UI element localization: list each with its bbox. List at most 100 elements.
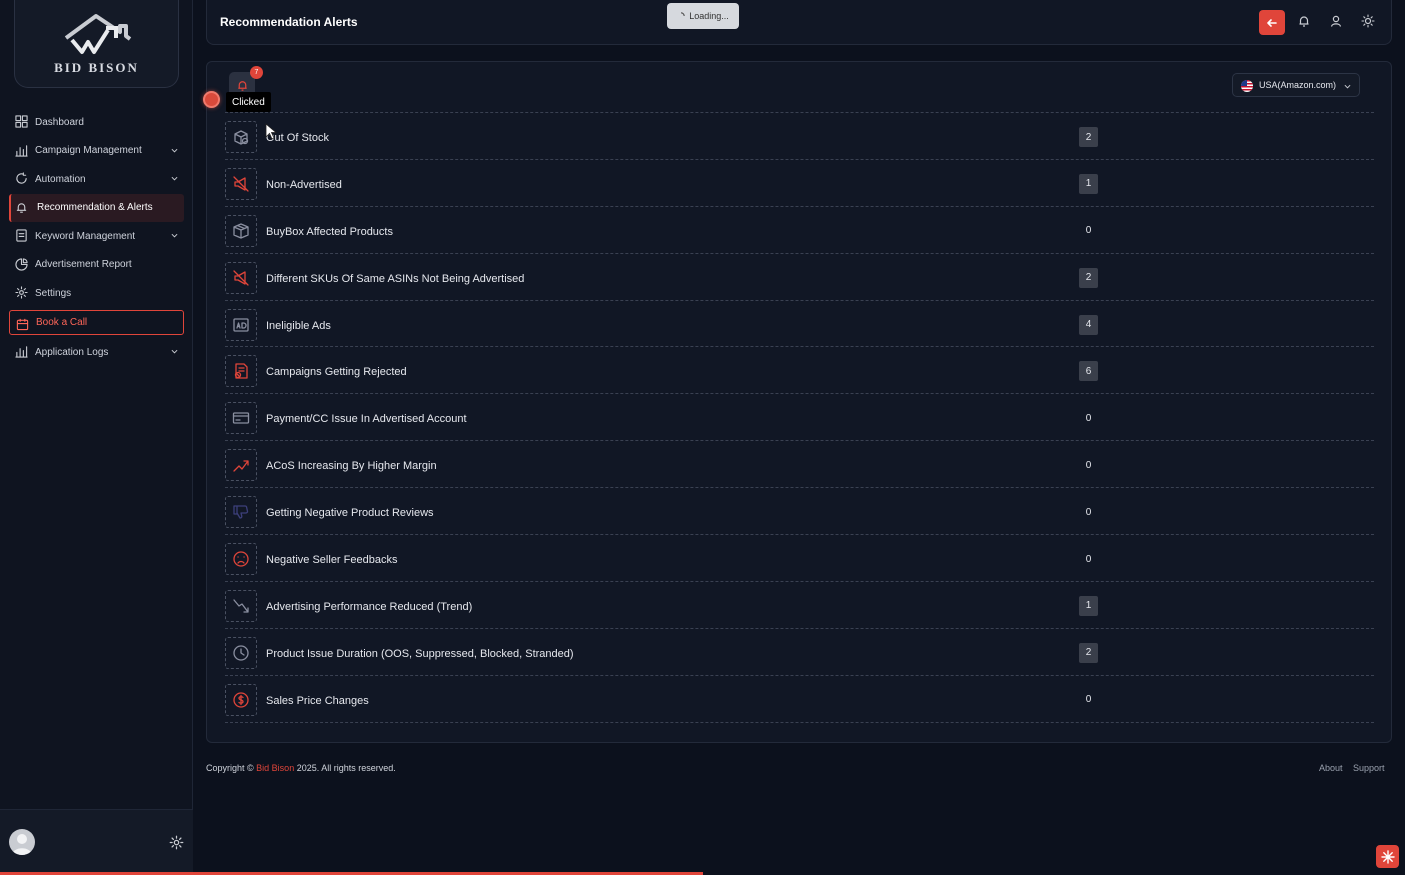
clicked-tooltip: Clicked xyxy=(226,92,271,112)
mouse-cursor-icon xyxy=(265,123,277,140)
alert-row[interactable]: Payment/CC Issue In Advertised Account 0 xyxy=(225,394,1374,442)
sidebar-item-campaign-management[interactable]: Campaign Management xyxy=(9,137,184,165)
refresh-icon xyxy=(16,172,27,184)
rejected-doc-icon xyxy=(234,363,248,380)
support-link[interactable]: Support xyxy=(1353,763,1385,773)
sidebar-item-label: Advertisement Report xyxy=(35,259,132,270)
alert-count: 6 xyxy=(1079,361,1098,382)
spinner-icon xyxy=(681,12,686,17)
ad-icon xyxy=(233,317,249,332)
about-link[interactable]: About xyxy=(1319,763,1343,773)
alert-row[interactable]: Campaigns Getting Rejected 6 xyxy=(225,347,1374,395)
alert-label: Product Issue Duration (OOS, Suppressed,… xyxy=(266,647,574,660)
sidebar-item-book-a-call[interactable]: Book a Call xyxy=(9,310,184,335)
user-silhouette-icon xyxy=(12,834,32,855)
bell-icon xyxy=(16,202,27,213)
trend-down-icon xyxy=(233,599,249,613)
sidebar-item-settings[interactable]: Settings xyxy=(9,279,184,307)
alert-label: Payment/CC Issue In Advertised Account xyxy=(266,413,467,426)
bell-icon[interactable] xyxy=(1297,14,1311,28)
alert-row[interactable]: Ineligible Ads 4 xyxy=(225,301,1374,348)
copyright-prefix: Copyright © xyxy=(206,763,254,773)
user-icon[interactable] xyxy=(1329,14,1343,28)
alert-row[interactable]: Non-Advertised 1 xyxy=(225,160,1374,207)
trend-up-icon xyxy=(233,460,249,472)
sidebar-item-automation[interactable]: Automation xyxy=(9,165,184,193)
alert-count: 2 xyxy=(1079,127,1098,147)
sidebar-item-advertisement-report[interactable]: Advertisement Report xyxy=(9,251,184,279)
sun-icon[interactable] xyxy=(1361,14,1375,28)
alert-icon-box xyxy=(225,167,257,200)
sidebar-item-label: Campaign Management xyxy=(35,145,142,156)
sidebar-nav: Dashboard Campaign Management Automation Re… xyxy=(0,108,193,367)
country-select-value: USA(Amazon.com) xyxy=(1259,80,1337,90)
back-button[interactable] xyxy=(1259,10,1285,35)
alert-label: Advertising Performance Reduced (Trend) xyxy=(266,600,473,613)
alert-row[interactable]: BuyBox Affected Products 0 xyxy=(225,207,1374,254)
alert-row[interactable]: Getting Negative Product Reviews 0 xyxy=(225,488,1374,536)
grid-icon xyxy=(15,115,28,128)
alert-row[interactable]: Different SKUs Of Same ASINs Not Being A… xyxy=(225,254,1374,301)
chevron-down-icon xyxy=(1344,84,1351,89)
alert-row[interactable]: Sales Price Changes 0 xyxy=(225,676,1374,723)
assistant-widget-button[interactable] xyxy=(1376,845,1399,868)
sidebar: BID BISON Dashboard Campaign Management Au… xyxy=(0,0,193,875)
logo-text: BID BISON xyxy=(54,59,139,75)
sidebar-item-keyword-management[interactable]: Keyword Management xyxy=(9,222,184,250)
copyright-brand-link[interactable]: Bid Bison xyxy=(256,763,294,773)
megaphone-off-icon xyxy=(233,176,249,192)
sad-face-icon xyxy=(233,551,249,567)
sparkle-icon xyxy=(1380,849,1395,864)
notification-badge: 7 xyxy=(250,66,263,79)
alert-count: 0 xyxy=(1085,553,1092,565)
alert-row[interactable]: Out Of Stock 2 xyxy=(225,113,1374,160)
loading-indicator: Loading... xyxy=(667,3,739,29)
alert-label: Getting Negative Product Reviews xyxy=(266,507,434,520)
bell-icon xyxy=(237,80,247,91)
copyright: Copyright © Bid Bison 2025. All rights r… xyxy=(206,763,396,773)
alert-icon-box xyxy=(225,683,257,716)
top-header: Recommendation Alerts Loading... xyxy=(206,0,1392,45)
alert-count: 2 xyxy=(1079,642,1098,663)
sidebar-item-label: Automation xyxy=(35,173,86,185)
alert-count: 0 xyxy=(1085,225,1092,237)
loading-text: Loading... xyxy=(689,11,729,21)
click-indicator xyxy=(203,91,220,108)
chevron-down-icon xyxy=(171,176,178,181)
alert-label: Ineligible Ads xyxy=(266,319,331,332)
alert-count: 0 xyxy=(1085,412,1092,424)
brand-logo[interactable]: BID BISON xyxy=(14,0,179,88)
back-arrow-icon xyxy=(1267,18,1277,27)
alert-row[interactable]: Product Issue Duration (OOS, Suppressed,… xyxy=(225,629,1374,676)
sidebar-item-recommendation-alerts[interactable]: Recommendation & Alerts xyxy=(9,193,184,222)
gear-icon[interactable] xyxy=(169,835,184,850)
us-flag-icon xyxy=(1241,80,1253,92)
alert-count: 2 xyxy=(1079,267,1098,288)
alert-icon-box xyxy=(225,636,257,669)
alert-label: ACoS Increasing By Higher Margin xyxy=(266,460,437,473)
megaphone-off-icon xyxy=(233,270,249,286)
alert-count: 1 xyxy=(1079,173,1098,194)
alert-row[interactable]: ACoS Increasing By Higher Margin 0 xyxy=(225,441,1374,489)
alert-icon-box xyxy=(225,449,257,482)
sidebar-item-dashboard[interactable]: Dashboard xyxy=(9,108,184,136)
alert-icon-box xyxy=(225,496,257,529)
alert-row[interactable]: Negative Seller Feedbacks 0 xyxy=(225,535,1374,582)
alert-label: Sales Price Changes xyxy=(266,694,369,707)
sidebar-item-application-logs[interactable]: Application Logs xyxy=(9,338,184,366)
sidebar-item-label: Keyword Management xyxy=(35,230,136,242)
alert-icon-box xyxy=(225,402,257,435)
sidebar-item-label: Dashboard xyxy=(35,116,84,128)
bar-chart-icon xyxy=(15,346,28,358)
alerts-panel: 7 USA(Amazon.com) Out Of Stock 2 Non-Adver… xyxy=(206,61,1392,743)
bar-chart-icon xyxy=(15,144,28,157)
copyright-suffix: 2025. All rights reserved. xyxy=(296,763,396,773)
avatar[interactable] xyxy=(9,829,35,855)
package-icon xyxy=(233,223,249,239)
alert-row[interactable]: Advertising Performance Reduced (Trend) 1 xyxy=(225,582,1374,629)
alert-icon-box xyxy=(225,261,257,294)
country-select[interactable]: USA(Amazon.com) xyxy=(1232,73,1360,97)
alert-count: 4 xyxy=(1079,314,1098,335)
alert-icon-box xyxy=(225,543,257,576)
dollar-circle-icon xyxy=(233,692,249,708)
